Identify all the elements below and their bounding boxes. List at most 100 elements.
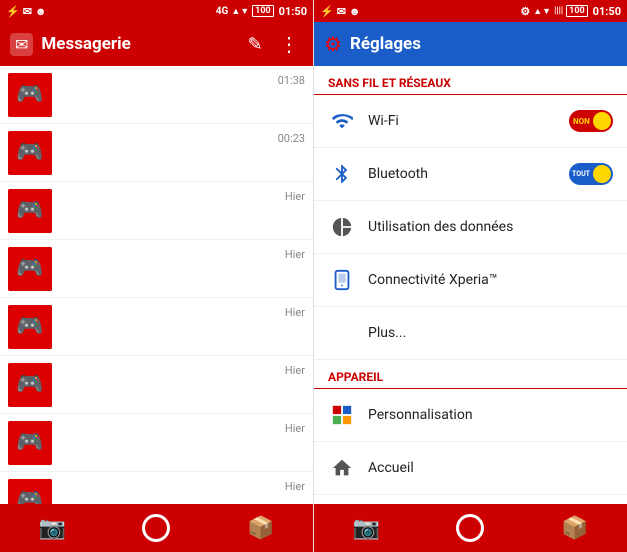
more-label: Plus... — [368, 325, 613, 341]
message-list: 🎮 01:38 🎮 00:23 🎮 Hier 🎮 — [0, 66, 313, 504]
wifi-toggle[interactable]: NON — [569, 110, 613, 132]
list-item[interactable]: 🎮 Hier — [0, 182, 313, 240]
accueil-label: Accueil — [368, 460, 613, 476]
overflow-icon: ⋮ — [279, 32, 299, 56]
status-time: 01:50 — [279, 5, 307, 18]
settings-item-more[interactable]: Plus... — [314, 307, 627, 360]
right-bottom-bar: 📷 📦 — [314, 504, 627, 552]
settings-item-data[interactable]: Utilisation des données — [314, 201, 627, 254]
battery-icon: 100 — [252, 5, 274, 17]
android-icon: ☻ — [35, 5, 47, 18]
left-app-bar: ✉ Messagerie ✎ ⋮ — [0, 22, 313, 66]
personnalisation-label: Personnalisation — [368, 407, 613, 423]
home-icon — [142, 514, 170, 542]
avatar-sprite: 🎮 — [8, 73, 52, 117]
right-panel: ⚡ ✉ ☻ ⚙ ▲▼ |||| 100 01:50 ⚙ Réglages SAN… — [314, 0, 627, 552]
compose-button[interactable]: ✎ — [241, 30, 269, 58]
settings-item-appel[interactable]: Réglages d'appel — [314, 495, 627, 504]
home-circle-icon — [456, 514, 484, 542]
camera-icon: 📷 — [38, 516, 65, 541]
right-status-left-icons: ⚡ ✉ ☻ — [320, 5, 361, 18]
avatar-sprite: 🎮 — [8, 479, 52, 505]
settings-item-wifi[interactable]: Wi-Fi NON — [314, 95, 627, 148]
message-time: Hier — [285, 190, 305, 203]
data-usage-label: Utilisation des données — [368, 219, 613, 235]
avatar: 🎮 — [8, 247, 52, 291]
bluetooth-status-icon: ⚙ — [520, 5, 530, 18]
avatar-sprite: 🎮 — [8, 189, 52, 233]
right-status-right-icons: ⚙ ▲▼ |||| 100 01:50 — [520, 5, 621, 18]
right-status-bar: ⚡ ✉ ☻ ⚙ ▲▼ |||| 100 01:50 — [314, 0, 627, 22]
box-icon-r: 📦 — [561, 516, 588, 541]
status-time-r: 01:50 — [593, 5, 621, 18]
battery-icon-r: 100 — [566, 5, 588, 17]
menu-button[interactable]: ⋮ — [275, 30, 303, 58]
settings-item-bluetooth[interactable]: Bluetooth TOUT — [314, 148, 627, 201]
avatar: 🎮 — [8, 421, 52, 465]
home-button-r[interactable] — [450, 508, 490, 548]
settings-item-accueil[interactable]: Accueil — [314, 442, 627, 495]
notification-icon-r: ✉ — [337, 5, 346, 18]
list-item[interactable]: 🎮 Hier — [0, 472, 313, 504]
settings-app-bar: ⚙ Réglages — [314, 22, 627, 66]
bluetooth-toggle[interactable]: TOUT — [569, 163, 613, 185]
home-icon-s — [328, 454, 356, 482]
box-button-r[interactable]: 📦 — [555, 508, 595, 548]
list-item[interactable]: 🎮 Hier — [0, 298, 313, 356]
notification-icon: ✉ — [23, 5, 32, 18]
avatar: 🎮 — [8, 305, 52, 349]
bluetooth-label: Bluetooth — [368, 166, 569, 182]
section-header-network: SANS FIL ET RÉSEAUX — [314, 66, 627, 95]
messagerie-title: Messagerie — [41, 34, 235, 54]
section-header-appareil: APPAREIL — [314, 360, 627, 389]
right-status-icons: 4G ▲▼ 100 01:50 — [216, 5, 307, 18]
more-icon — [328, 319, 356, 347]
avatar-sprite: 🎮 — [8, 305, 52, 349]
message-time: 00:23 — [278, 132, 305, 145]
usb-icon-r: ⚡ — [320, 5, 334, 18]
settings-gear-icon: ⚙ — [324, 32, 342, 56]
android-icon-r: ☻ — [349, 5, 361, 18]
avatar-sprite: 🎮 — [8, 247, 52, 291]
bt-toggle-text: TOUT — [572, 170, 590, 178]
avatar: 🎮 — [8, 73, 52, 117]
bt-toggle-thumb — [593, 165, 611, 183]
list-item[interactable]: 🎮 Hier — [0, 240, 313, 298]
xperia-label: Connectivité Xperia™ — [368, 272, 613, 288]
box-button[interactable]: 📦 — [241, 508, 281, 548]
camera-button-r[interactable]: 📷 — [346, 508, 386, 548]
avatar: 🎮 — [8, 479, 52, 505]
avatar-sprite: 🎮 — [8, 421, 52, 465]
avatar: 🎮 — [8, 363, 52, 407]
wifi-toggle-text: NON — [573, 117, 590, 126]
list-item[interactable]: 🎮 Hier — [0, 356, 313, 414]
left-status-icons: ⚡ ✉ ☻ — [6, 5, 47, 18]
settings-title: Réglages — [350, 34, 421, 54]
network-type: 4G — [216, 6, 229, 17]
settings-item-perso[interactable]: Personnalisation — [314, 389, 627, 442]
settings-item-xperia[interactable]: Connectivité Xperia™ — [314, 254, 627, 307]
camera-icon-r: 📷 — [352, 516, 379, 541]
wifi-icon — [328, 107, 356, 135]
avatar: 🎮 — [8, 189, 52, 233]
signal-strength-icon: |||| — [554, 6, 563, 16]
message-time: Hier — [285, 364, 305, 377]
wifi-label: Wi-Fi — [368, 113, 569, 129]
box-icon: 📦 — [247, 516, 274, 541]
left-status-bar: ⚡ ✉ ☻ 4G ▲▼ 100 01:50 — [0, 0, 313, 22]
avatar-sprite: 🎮 — [8, 131, 52, 175]
signal-bars-icon: ▲▼ — [533, 6, 551, 17]
avatar: 🎮 — [8, 131, 52, 175]
list-item[interactable]: 🎮 Hier — [0, 414, 313, 472]
message-time: Hier — [285, 306, 305, 319]
list-item[interactable]: 🎮 00:23 — [0, 124, 313, 182]
left-bottom-bar: 📷 📦 — [0, 504, 313, 552]
signal-icon: ▲▼ — [231, 6, 249, 17]
messagerie-icon: ✉ — [10, 33, 33, 56]
list-item[interactable]: 🎮 01:38 — [0, 66, 313, 124]
home-button[interactable] — [136, 508, 176, 548]
camera-button[interactable]: 📷 — [32, 508, 72, 548]
message-time: 01:38 — [278, 74, 305, 87]
xperia-icon — [328, 266, 356, 294]
left-panel: ⚡ ✉ ☻ 4G ▲▼ 100 01:50 ✉ Messagerie ✎ ⋮ 🎮 — [0, 0, 314, 552]
